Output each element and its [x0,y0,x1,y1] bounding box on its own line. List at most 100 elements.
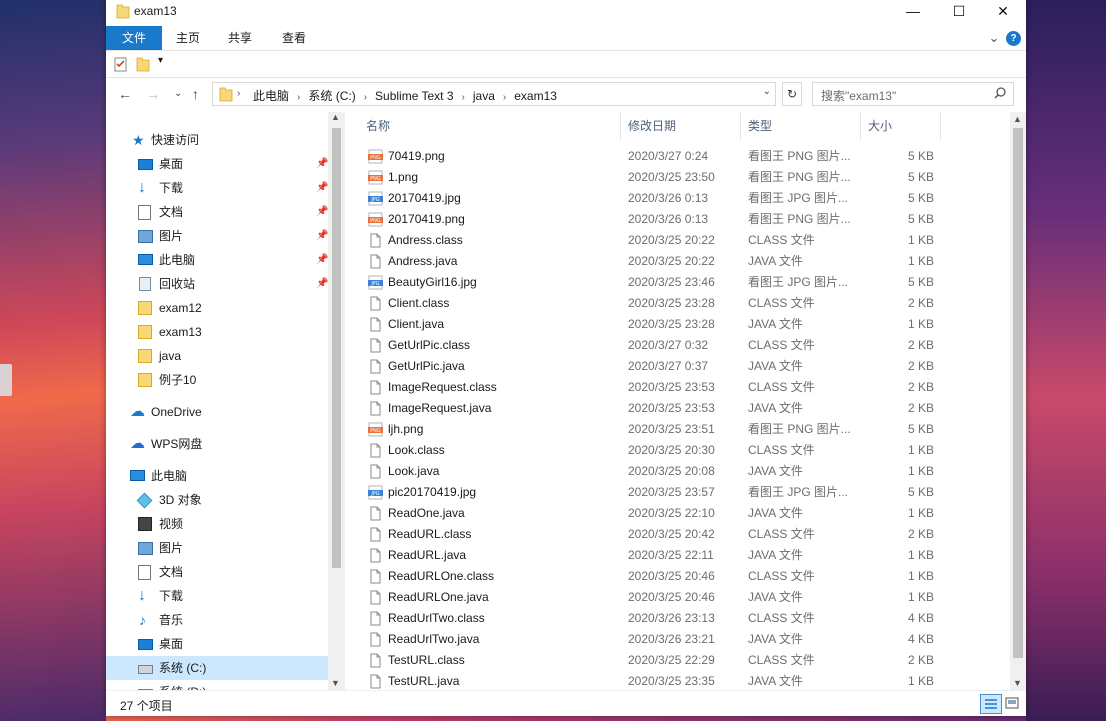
pin-icon[interactable]: 📌 [316,224,328,248]
up-icon[interactable]: ↑ [192,86,199,102]
nav-scrollbar-thumb[interactable] [332,128,341,568]
nav-item-desktop[interactable]: 桌面 📌 [106,152,328,176]
address-bar[interactable]: › 此电脑 › 系统 (C:) › Sublime Text 3 › java › exam13… [212,82,776,106]
file-row[interactable]: TestURL.java 2020/3/25 23:35 JAVA 文件 1 KB [346,671,1010,690]
file-row[interactable]: JPG BeautyGirl16.jpg 2020/3/25 23:46 看图王 JP… [346,272,1010,293]
nav-onedrive[interactable]: ☁ OneDrive [106,400,328,424]
file-row[interactable]: Andress.java 2020/3/25 20:22 JAVA 文件 1 KB [346,251,1010,272]
breadcrumb-separator[interactable]: › [462,92,465,103]
scroll-up-icon[interactable]: ▲ [1013,114,1022,124]
desktop-shortcut-icon[interactable] [0,364,12,396]
breadcrumb-separator[interactable]: › [364,92,367,103]
nav-quick-access[interactable]: ★ 快速访问 [106,128,328,152]
scroll-down-icon[interactable]: ▼ [1013,678,1022,688]
pin-icon[interactable]: 📌 [316,248,328,272]
file-row[interactable]: PNG 1.png 2020/3/25 23:50 看图王 PNG 图片... 5 KB [346,167,1010,188]
breadcrumb-separator[interactable]: › [503,92,506,103]
tab-share[interactable]: 共享 [220,26,260,50]
address-dropdown-icon[interactable]: ⌄ [763,86,771,97]
breadcrumb-sublime[interactable]: Sublime Text 3 [375,89,454,103]
details-view-icon[interactable] [980,694,1002,714]
file-row[interactable]: Andress.class 2020/3/25 20:22 CLASS 文件 1 KB [346,230,1010,251]
new-folder-icon[interactable] [136,56,150,75]
column-divider[interactable] [740,112,741,140]
file-row[interactable]: ReadOne.java 2020/3/25 22:10 JAVA 文件 1 KB [346,503,1010,524]
tab-home[interactable]: 主页 [168,26,208,50]
nav-item-exam12[interactable]: exam12 [106,296,328,320]
nav-item-downloads[interactable]: ↓ 下载 📌 [106,176,328,200]
file-row[interactable]: Look.java 2020/3/25 20:08 JAVA 文件 1 KB [346,461,1010,482]
file-row[interactable]: Client.class 2020/3/25 23:28 CLASS 文件 2 KB [346,293,1010,314]
scroll-down-icon[interactable]: ▼ [331,678,340,688]
nav-item-this-pc[interactable]: 此电脑 📌 [106,248,328,272]
refresh-button[interactable]: ↻ [782,82,802,106]
nav-item-pictures[interactable]: 图片 📌 [106,224,328,248]
file-list-scrollbar[interactable]: ▲ ▼ [1010,112,1026,690]
nav-item-java[interactable]: java [106,344,328,368]
nav-item-downloads-pc[interactable]: ↓ 下载 [106,584,328,608]
large-icons-view-icon[interactable] [1002,694,1022,712]
file-row[interactable]: ReadUrlTwo.class 2020/3/26 23:13 CLASS 文件 4… [346,608,1010,629]
nav-item-3d-objects[interactable]: 3D 对象 [106,488,328,512]
nav-item-music[interactable]: ♪ 音乐 [106,608,328,632]
nav-item-exam13[interactable]: exam13 [106,320,328,344]
back-icon[interactable]: ← [118,86,132,102]
file-row[interactable]: GetUrlPic.java 2020/3/27 0:37 JAVA 文件 2 KB [346,356,1010,377]
breadcrumb-java[interactable]: java [473,89,495,103]
breadcrumb-separator[interactable]: › [297,92,300,103]
file-row[interactable]: ReadUrlTwo.java 2020/3/26 23:21 JAVA 文件 4 K… [346,629,1010,650]
tab-view[interactable]: 查看 [274,26,314,50]
search-box[interactable]: 搜索"exam13" [812,82,1014,106]
breadcrumb-exam13[interactable]: exam13 [514,89,557,103]
properties-icon[interactable] [114,56,128,75]
column-divider[interactable] [620,112,621,140]
search-icon[interactable] [993,86,1007,103]
file-row[interactable]: Look.class 2020/3/25 20:30 CLASS 文件 1 KB [346,440,1010,461]
file-row[interactable]: ReadURL.class 2020/3/25 20:42 CLASS 文件 2 KB [346,524,1010,545]
nav-item-documents-pc[interactable]: 文档 [106,560,328,584]
nav-item-drive-c[interactable]: 系统 (C:) [106,656,328,680]
file-row[interactable]: TestURL.class 2020/3/25 22:29 CLASS 文件 2 KB [346,650,1010,671]
tab-file[interactable]: 文件 [106,26,162,50]
scroll-up-icon[interactable]: ▲ [331,112,340,122]
column-name[interactable]: 名称 [366,112,390,140]
column-date[interactable]: 修改日期 [628,112,676,140]
file-row[interactable]: ImageRequest.java 2020/3/25 23:53 JAVA 文件 2… [346,398,1010,419]
file-row[interactable]: Client.java 2020/3/25 23:28 JAVA 文件 1 KB [346,314,1010,335]
chevron-right-icon[interactable]: › [237,88,240,99]
help-button[interactable]: ? [1006,31,1021,46]
nav-scrollbar[interactable]: ▲ ▼ [328,112,345,690]
nav-item-videos[interactable]: 视频 [106,512,328,536]
pin-icon[interactable]: 📌 [316,152,328,176]
breadcrumb-this-pc[interactable]: 此电脑 [253,89,289,103]
pin-icon[interactable]: 📌 [316,200,328,224]
pin-icon[interactable]: 📌 [316,272,328,296]
column-divider[interactable] [860,112,861,140]
nav-item-documents[interactable]: 文档 📌 [106,200,328,224]
pin-icon[interactable]: 📌 [316,176,328,200]
file-row[interactable]: ImageRequest.class 2020/3/25 23:53 CLASS 文… [346,377,1010,398]
nav-item-example10[interactable]: 例子10 [106,368,328,392]
file-row[interactable]: PNG ljh.png 2020/3/25 23:51 看图王 PNG 图片... 5 … [346,419,1010,440]
nav-item-drive-d[interactable]: 系统 (D:) [106,680,328,690]
nav-item-recycle-bin[interactable]: 回收站 📌 [106,272,328,296]
file-row[interactable]: ReadURLOne.class 2020/3/25 20:46 CLASS 文件 1… [346,566,1010,587]
file-row[interactable]: ReadURLOne.java 2020/3/25 20:46 JAVA 文件 1 K… [346,587,1010,608]
file-row[interactable]: PNG 70419.png 2020/3/27 0:24 看图王 PNG 图片... 5… [346,146,1010,167]
file-row[interactable]: JPG 20170419.jpg 2020/3/26 0:13 看图王 JPG 图片.… [346,188,1010,209]
ribbon-expand-button[interactable]: ⌄ [986,26,1002,50]
nav-item-pictures-pc[interactable]: 图片 [106,536,328,560]
file-row[interactable]: PNG 20170419.png 2020/3/26 0:13 看图王 PNG 图片.… [346,209,1010,230]
recent-locations-icon[interactable]: ⌄ [174,88,182,99]
file-row[interactable]: JPG pic20170419.jpg 2020/3/25 23:57 看图王 JPG… [346,482,1010,503]
file-row[interactable]: GetUrlPic.class 2020/3/27 0:32 CLASS 文件 2 K… [346,335,1010,356]
nav-item-desktop-pc[interactable]: 桌面 [106,632,328,656]
column-divider[interactable] [940,112,941,140]
customize-toolbar-icon[interactable]: ▾ [158,55,163,66]
maximize-button[interactable]: ☐ [936,0,982,24]
file-list-scrollbar-thumb[interactable] [1013,128,1023,658]
forward-icon[interactable]: → [146,86,160,102]
column-type[interactable]: 类型 [748,112,772,140]
nav-wps[interactable]: ☁ WPS网盘 [106,432,328,456]
file-row[interactable]: ReadURL.java 2020/3/25 22:11 JAVA 文件 1 KB [346,545,1010,566]
